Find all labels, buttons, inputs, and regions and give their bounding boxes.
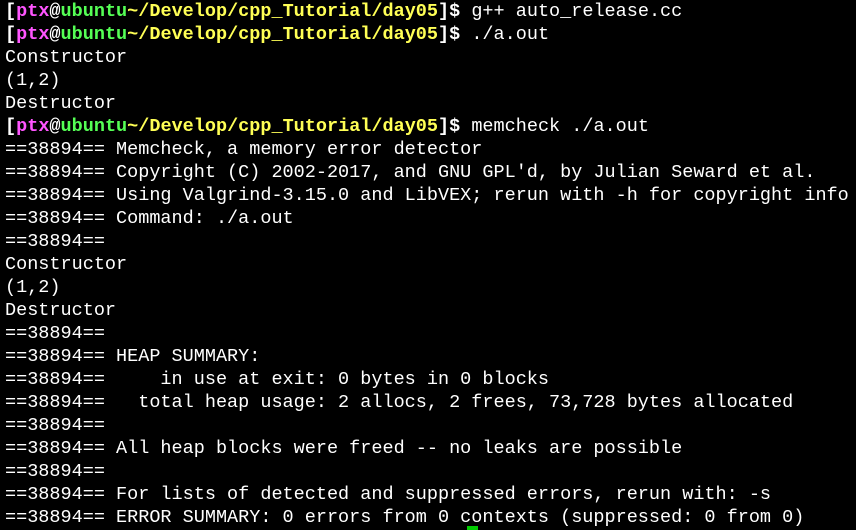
prompt-path: ~/Develop/cpp_Tutorial/day05 [127,1,439,22]
valgrind-line: ==38894== Command: ./a.out [5,207,856,230]
valgrind-message: HEAP SUMMARY: [104,346,261,367]
prompt-open-bracket: [ [5,116,17,137]
terminal-output: [ptx@ubuntu~/Develop/cpp_Tutorial/day05]… [5,0,856,529]
valgrind-pid: ==38894== [5,208,105,229]
valgrind-pid: ==38894== [5,415,105,436]
valgrind-pid: ==38894== [5,162,105,183]
valgrind-message: For lists of detected and suppressed err… [104,484,772,505]
program-output-line: Destructor [5,93,117,114]
prompt-close: ]$ [438,24,472,45]
valgrind-pid: ==38894== [5,438,105,459]
valgrind-line: ==38894== total heap usage: 2 allocs, 2 … [5,391,856,414]
prompt-host: ubuntu [60,24,128,45]
prompt-user: ptx [16,24,50,45]
program-output-line: Constructor [5,47,128,68]
valgrind-line: ==38894== ERROR SUMMARY: 0 errors from 0… [5,506,856,529]
shell-prompt: [ptx@ubuntu~/Develop/cpp_Tutorial/day05]… [5,24,471,45]
program-output-line: Destructor [5,300,117,321]
valgrind-message: All heap blocks were freed -- no leaks a… [104,438,683,459]
valgrind-pid: ==38894== [5,392,105,413]
prompt-line: [ptx@ubuntu~/Develop/cpp_Tutorial/day05]… [5,23,856,46]
valgrind-pid: ==38894== [5,507,105,528]
valgrind-line: ==38894== HEAP SUMMARY: [5,345,856,368]
valgrind-line: ==38894== [5,460,856,483]
valgrind-line: ==38894== Using Valgrind-3.15.0 and LibV… [5,184,856,207]
valgrind-message: total heap usage: 2 allocs, 2 frees, 73,… [104,392,794,413]
prompt-host: ubuntu [60,116,128,137]
terminal-cursor [467,526,478,530]
valgrind-line: ==38894== All heap blocks were freed -- … [5,437,856,460]
valgrind-pid: ==38894== [5,484,105,505]
valgrind-message: Copyright (C) 2002-2017, and GNU GPL'd, … [104,162,816,183]
valgrind-message: Memcheck, a memory error detector [104,139,483,160]
prompt-open-bracket: [ [5,1,17,22]
terminal-window[interactable]: [ptx@ubuntu~/Develop/cpp_Tutorial/day05]… [0,0,856,530]
prompt-line: [ptx@ubuntu~/Develop/cpp_Tutorial/day05]… [5,115,856,138]
valgrind-pid: ==38894== [5,369,105,390]
prompt-user: ptx [16,1,50,22]
command-text: g++ auto_release.cc [471,1,683,22]
valgrind-line: ==38894== in use at exit: 0 bytes in 0 b… [5,368,856,391]
prompt-path: ~/Develop/cpp_Tutorial/day05 [127,116,439,137]
valgrind-line: ==38894== Memcheck, a memory error detec… [5,138,856,161]
program-output-line: (1,2) [5,70,61,91]
valgrind-line: ==38894== [5,230,856,253]
valgrind-line: ==38894== Copyright (C) 2002-2017, and G… [5,161,856,184]
prompt-open-bracket: [ [5,24,17,45]
prompt-at: @ [49,24,61,45]
valgrind-pid: ==38894== [5,346,105,367]
valgrind-pid: ==38894== [5,139,105,160]
command-text: memcheck ./a.out [471,116,649,137]
valgrind-line: ==38894== [5,322,856,345]
valgrind-message: Command: ./a.out [104,208,294,229]
valgrind-message: ERROR SUMMARY: 0 errors from 0 contexts … [104,507,805,528]
valgrind-line: ==38894== For lists of detected and supp… [5,483,856,506]
program-output-line: Constructor [5,254,128,275]
command-text: ./a.out [471,24,550,45]
shell-prompt: [ptx@ubuntu~/Develop/cpp_Tutorial/day05]… [5,1,471,22]
prompt-host: ubuntu [60,1,128,22]
valgrind-line: ==38894== [5,414,856,437]
prompt-path: ~/Develop/cpp_Tutorial/day05 [127,24,439,45]
prompt-at: @ [49,116,61,137]
prompt-close: ]$ [438,1,472,22]
valgrind-pid: ==38894== [5,461,105,482]
prompt-close: ]$ [438,116,472,137]
valgrind-message: Using Valgrind-3.15.0 and LibVEX; rerun … [104,185,849,206]
valgrind-pid: ==38894== [5,185,105,206]
prompt-at: @ [49,1,61,22]
program-output-line: (1,2) [5,277,61,298]
valgrind-pid: ==38894== [5,231,105,252]
valgrind-message: in use at exit: 0 bytes in 0 blocks [104,369,549,390]
shell-prompt: [ptx@ubuntu~/Develop/cpp_Tutorial/day05]… [5,116,471,137]
valgrind-pid: ==38894== [5,323,105,344]
prompt-line: [ptx@ubuntu~/Develop/cpp_Tutorial/day05]… [5,0,856,23]
prompt-user: ptx [16,116,50,137]
